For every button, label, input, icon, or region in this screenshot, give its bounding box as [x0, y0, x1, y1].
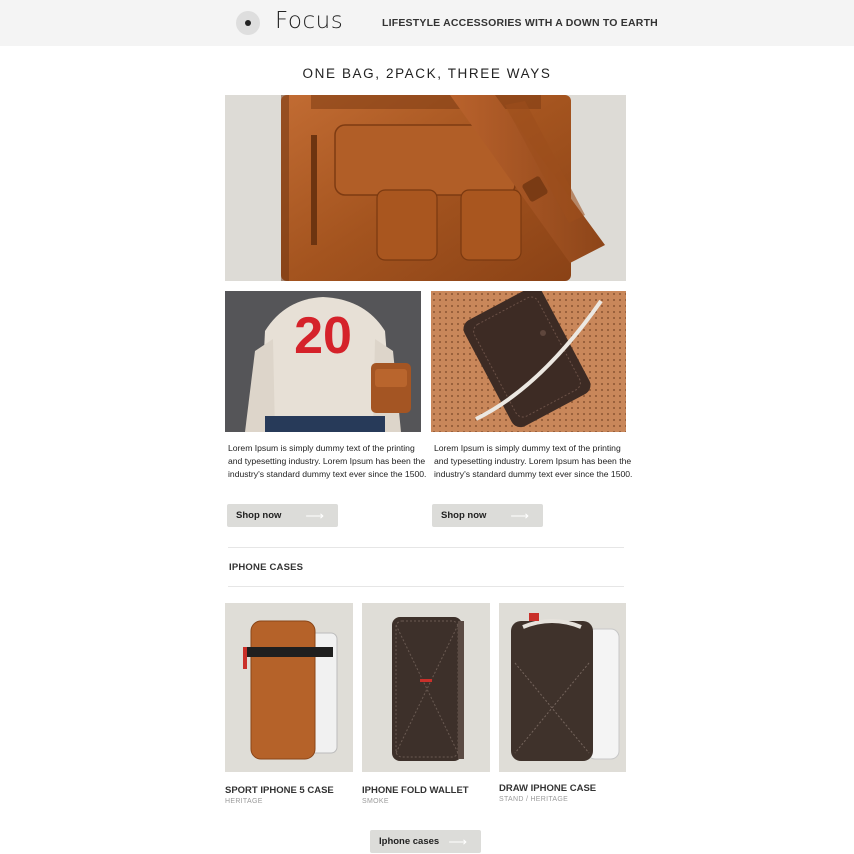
section-divider [228, 586, 624, 587]
feature-sweater-image[interactable]: 20 [225, 291, 421, 432]
product-subtitle: SMOKE [362, 798, 389, 805]
hero-bag-image[interactable] [225, 95, 626, 281]
iphone-cases-label: Iphone cases [379, 836, 440, 847]
sweater-number: 20 [294, 307, 352, 365]
shop-now-label: Shop now [441, 510, 487, 521]
product-name[interactable]: IPHONE FOLD WALLET [362, 785, 469, 796]
arrow-right-icon: ⟶ [510, 508, 529, 523]
arrow-right-icon: ⟶ [448, 834, 467, 849]
shop-now-label: Shop now [236, 510, 282, 521]
feature-description: Lorem Ipsum is simply dummy text of the … [434, 443, 633, 479]
product-name[interactable]: DRAW IPHONE CASE [499, 783, 596, 794]
header-tagline: LIFESTYLE ACCESSORIES WITH A DOWN TO EAR… [382, 17, 658, 29]
feature-sleeve-image[interactable] [431, 291, 626, 432]
shop-now-button[interactable]: Shop now ⟶ [432, 504, 543, 527]
section-title: IPHONE CASES [229, 562, 304, 573]
feature-description: Lorem Ipsum is simply dummy text of the … [228, 443, 427, 479]
product-image-fold-wallet[interactable] [362, 603, 490, 772]
product-image-sport-case[interactable] [225, 603, 353, 772]
product-name[interactable]: SPORT IPHONE 5 CASE [225, 785, 334, 796]
logo-dot-icon[interactable] [236, 11, 260, 35]
product-subtitle: HERITAGE [225, 798, 263, 805]
arrow-right-icon: ⟶ [305, 508, 324, 523]
product-subtitle: STAND / HERITAGE [499, 796, 569, 803]
product-image-draw-case[interactable] [499, 603, 626, 772]
hero-headline: ONE BAG, 2PACK, THREE WAYS [302, 66, 552, 81]
iphone-cases-button[interactable]: Iphone cases ⟶ [370, 830, 481, 853]
header-bar: Focus LIFESTYLE ACCESSORIES WITH A DOWN … [0, 0, 854, 46]
logo-text[interactable]: Focus [275, 8, 343, 34]
shop-now-button[interactable]: Shop now ⟶ [227, 504, 338, 527]
section-divider [228, 547, 624, 548]
